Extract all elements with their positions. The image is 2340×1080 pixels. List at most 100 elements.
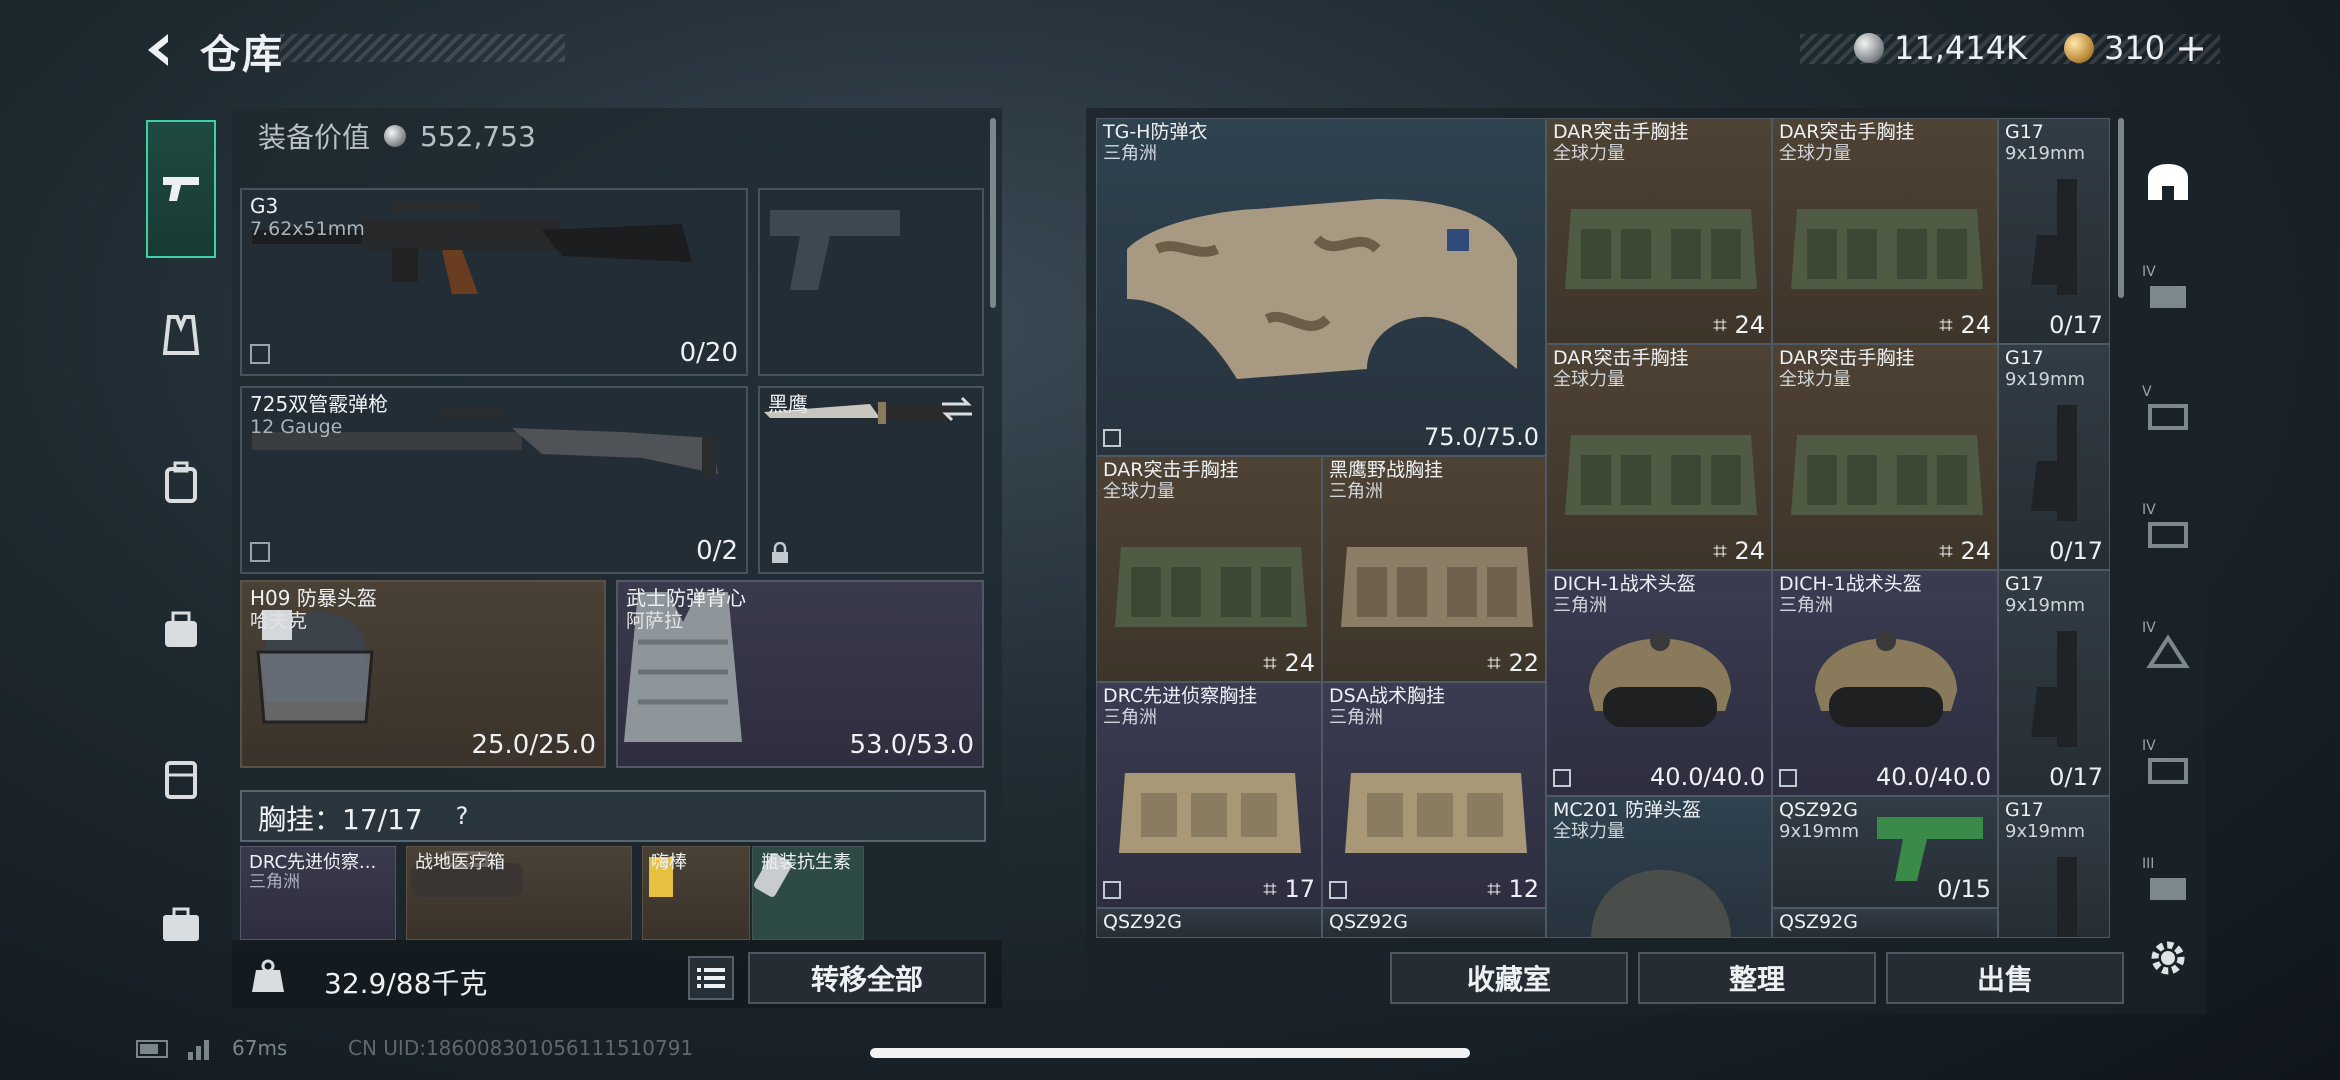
rail-weapons[interactable]: [146, 120, 216, 258]
rig-item-slot[interactable]: 瓶装抗生素: [752, 846, 864, 940]
stash-item[interactable]: G17 9x19mm 0/17: [1998, 570, 2110, 796]
stash-item[interactable]: QSZ92G: [1322, 908, 1546, 938]
capacity-value: 12: [1508, 875, 1539, 903]
stash-item[interactable]: QSZ92G: [1772, 908, 1998, 938]
back-button[interactable]: [130, 22, 190, 78]
left-scrollbar[interactable]: [990, 118, 996, 308]
stash-item[interactable]: 黑鹰野战胸挂 三角洲 ⌗ 22: [1322, 456, 1546, 682]
silver-coin-icon: [1854, 33, 1884, 63]
collection-room-button[interactable]: 收藏室: [1390, 952, 1628, 1004]
item-ammo: 0/17: [2049, 311, 2103, 339]
helmet-name: H09 防暴头盔: [250, 586, 377, 610]
item-capacity: ⌗ 17: [1263, 875, 1315, 903]
stash-item[interactable]: MC201 防弹头盔 全球力量: [1546, 796, 1772, 938]
stash-item[interactable]: DSA战术胸挂 三角洲 ⌗ 12: [1322, 682, 1546, 908]
secondary-weapon-name: 725双管霰弹枪: [250, 392, 389, 416]
item-name: MC201 防弹头盔: [1553, 799, 1701, 821]
secondary-weapon-slot[interactable]: 725双管霰弹枪 12 Gauge 0/2: [240, 386, 748, 574]
stash-item[interactable]: TG-H防弹衣 三角洲 75.0/75.0: [1096, 118, 1546, 456]
rifle-image: [252, 202, 692, 294]
stash-item[interactable]: QSZ92G: [1096, 908, 1322, 938]
item-name: DAR突击手胸挂: [1553, 347, 1689, 369]
list-view-button[interactable]: [688, 956, 734, 1000]
stash-tab-8[interactable]: IV: [2138, 738, 2198, 802]
stash-item[interactable]: DAR突击手胸挂 全球力量 ⌗ 24: [1096, 456, 1322, 682]
helmet-slot[interactable]: H09 防暴头盔 哈夫克 25.0/25.0: [240, 580, 606, 768]
armor-durability: 53.0/53.0: [849, 730, 974, 760]
stash-item[interactable]: DRC先进侦察胸挂 三角洲 ⌗ 17: [1096, 682, 1322, 908]
item-ammo: 0/17: [2049, 537, 2103, 565]
stash-item[interactable]: DAR突击手胸挂 全球力量 ⌗ 24: [1772, 344, 1998, 570]
stash-item[interactable]: G17 9x19mm: [1998, 796, 2110, 938]
stash-scrollbar[interactable]: [2118, 118, 2124, 298]
organize-button[interactable]: 整理: [1638, 952, 1876, 1004]
melee-name: 黑鹰: [768, 392, 808, 416]
rig-item-slot[interactable]: DRC先进侦察... 三角洲: [240, 846, 396, 940]
item-origin: 全球力量: [1103, 481, 1175, 502]
item-name: TG-H防弹衣: [1103, 121, 1208, 143]
item-name: G17: [2005, 347, 2044, 369]
item-capacity: ⌗ 24: [1263, 649, 1315, 677]
item-origin: 三角洲: [1329, 707, 1383, 728]
stash-tab-main[interactable]: [2138, 150, 2198, 214]
gold-add-button[interactable]: +: [2175, 26, 2207, 70]
stash-item[interactable]: DICH-1战术头盔 三角洲 40.0/40.0: [1546, 570, 1772, 796]
primary-weapon-slot[interactable]: G3 7.62x51mm 0/20: [240, 188, 748, 376]
rig-item-name: 嗨棒: [651, 852, 687, 873]
tab-level: IV: [2142, 620, 2156, 636]
primary-weapon-caliber: 7.62x51mm: [250, 218, 365, 240]
stash-item[interactable]: DAR突击手胸挂 全球力量 ⌗ 24: [1546, 118, 1772, 344]
item-origin: 三角洲: [1329, 481, 1383, 502]
tactical-rig-image: [1345, 773, 1527, 853]
swap-icon[interactable]: [940, 396, 974, 422]
item-name: DAR突击手胸挂: [1553, 121, 1689, 143]
item-origin: 全球力量: [1779, 143, 1851, 164]
gold-currency[interactable]: 310 +: [2064, 26, 2207, 70]
stash-tab-5[interactable]: V: [2138, 384, 2198, 448]
rig-item-slot[interactable]: 战地医疗箱: [406, 846, 632, 940]
armor-image: [1127, 199, 1517, 379]
rail-container[interactable]: [146, 734, 216, 824]
rail-pouch[interactable]: [146, 586, 216, 676]
field-rig-image: [1341, 547, 1533, 627]
rig-help-button[interactable]: ?: [446, 800, 478, 832]
rail-backpack[interactable]: [146, 438, 216, 528]
settings-button[interactable]: [2144, 934, 2192, 982]
tag-icon: [1779, 769, 1797, 787]
sell-button[interactable]: 出售: [1886, 952, 2124, 1004]
rig-capacity-label: 胸挂：17/17: [258, 803, 423, 836]
rig-item-slot[interactable]: 嗨棒: [642, 846, 750, 940]
tab-level: V: [2142, 384, 2152, 400]
stash-item[interactable]: QSZ92G 9x19mm 0/15: [1772, 796, 1998, 908]
stash-tab-7[interactable]: IV: [2138, 620, 2198, 684]
item-durability: 75.0/75.0: [1424, 423, 1539, 451]
stash-tab-6[interactable]: IV: [2138, 502, 2198, 566]
pistol-image: [2031, 405, 2077, 521]
stash-item[interactable]: G17 9x19mm 0/17: [1998, 344, 2110, 570]
capacity-value: 24: [1284, 649, 1315, 677]
capacity-value: 24: [1960, 311, 1991, 339]
tab-level: IV: [2142, 502, 2156, 518]
armor-slot[interactable]: 武士防弹背心 阿萨拉 53.0/53.0: [616, 580, 984, 768]
weight-value: 32.9/88千克: [324, 967, 488, 1000]
rail-toolbox[interactable]: [146, 880, 216, 970]
stash-item[interactable]: DAR突击手胸挂 全球力量 ⌗ 24: [1546, 344, 1772, 570]
rail-rigs[interactable]: [146, 290, 216, 380]
capacity-value: 22: [1508, 649, 1539, 677]
stash-tab-4[interactable]: IV: [2138, 264, 2198, 328]
transfer-all-button[interactable]: 转移全部: [748, 952, 986, 1004]
item-capacity: ⌗ 24: [1939, 311, 1991, 339]
chest-rig-image: [1115, 547, 1307, 627]
item-name: QSZ92G: [1779, 911, 1858, 933]
stash-tab-9[interactable]: III: [2138, 856, 2198, 920]
home-indicator[interactable]: [870, 1048, 1470, 1058]
stash-item[interactable]: DICH-1战术头盔 三角洲 40.0/40.0: [1772, 570, 1998, 796]
sidearm-slot[interactable]: [758, 188, 984, 376]
stash-item[interactable]: G17 9x19mm 0/17: [1998, 118, 2110, 344]
stash-item[interactable]: DAR突击手胸挂 全球力量 ⌗ 24: [1772, 118, 1998, 344]
melee-slot[interactable]: 黑鹰: [758, 386, 984, 574]
armor-origin: 阿萨拉: [626, 610, 684, 632]
item-ammo: 0/17: [2049, 763, 2103, 791]
recon-rig-image: [1119, 773, 1301, 853]
item-origin: 全球力量: [1553, 369, 1625, 390]
